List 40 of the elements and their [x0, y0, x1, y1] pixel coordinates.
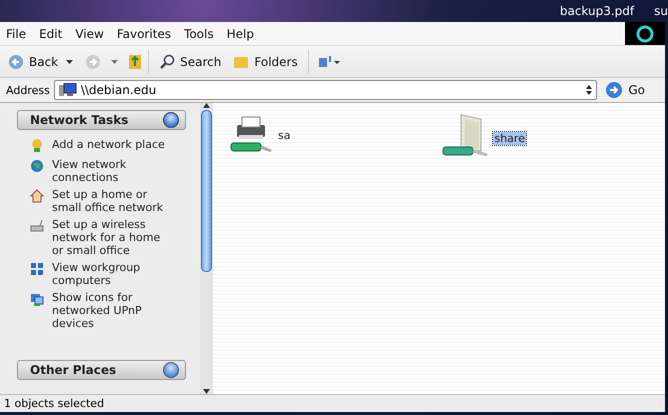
task-link[interactable]: View workgroup computers: [52, 261, 167, 287]
go-button[interactable]: Go: [601, 81, 665, 99]
task-icon: [29, 158, 45, 174]
menu-item[interactable]: View: [69, 26, 111, 40]
task-link[interactable]: Set up a home or small office network: [52, 188, 167, 214]
desktop-file-label[interactable]: su: [654, 4, 668, 18]
collapse-icon[interactable]: [163, 112, 179, 128]
search-icon: [159, 54, 176, 70]
expand-icon[interactable]: [163, 362, 179, 378]
search-button[interactable]: Search: [155, 52, 226, 72]
menu-item[interactable]: Tools: [178, 26, 221, 40]
task-link[interactable]: Add a network place: [52, 138, 167, 151]
menu-item[interactable]: Help: [220, 26, 261, 40]
panel-header[interactable]: Network Tasks: [17, 110, 186, 130]
desktop-file-label[interactable]: backup3.pdf: [560, 4, 634, 18]
dropdown-caret-icon[interactable]: [66, 60, 74, 64]
address-field[interactable]: \\debian.edu: [54, 80, 598, 100]
menu-item[interactable]: Favorites: [110, 26, 178, 40]
scrollbar[interactable]: [200, 103, 213, 394]
up-folder-icon[interactable]: [128, 54, 142, 70]
back-button[interactable]: Back: [4, 52, 62, 72]
folders-button[interactable]: Folders: [229, 52, 302, 72]
task-icon: [29, 138, 45, 154]
address-label: Address: [6, 84, 50, 96]
task-icon: [29, 261, 45, 277]
task-link[interactable]: View network connections: [52, 158, 167, 184]
task-icon: [29, 291, 45, 307]
item-label[interactable]: share: [493, 132, 526, 144]
task-icon: [29, 218, 45, 234]
panel-header[interactable]: Other Places: [17, 360, 186, 380]
spinner-arrows-icon[interactable]: [586, 85, 592, 95]
item-label[interactable]: sa: [277, 128, 292, 142]
task-link[interactable]: Set up a wireless network for a home or small office: [52, 218, 167, 257]
menu-item[interactable]: Edit: [33, 26, 70, 40]
task-icon: [29, 188, 45, 204]
computer-icon: [58, 83, 77, 97]
status-text: 1 objects selected: [4, 397, 104, 410]
ring-thumbnail: [625, 22, 665, 45]
menu-item[interactable]: File: [0, 26, 34, 40]
task-link[interactable]: Show icons for networked UPnP devices: [52, 291, 167, 330]
